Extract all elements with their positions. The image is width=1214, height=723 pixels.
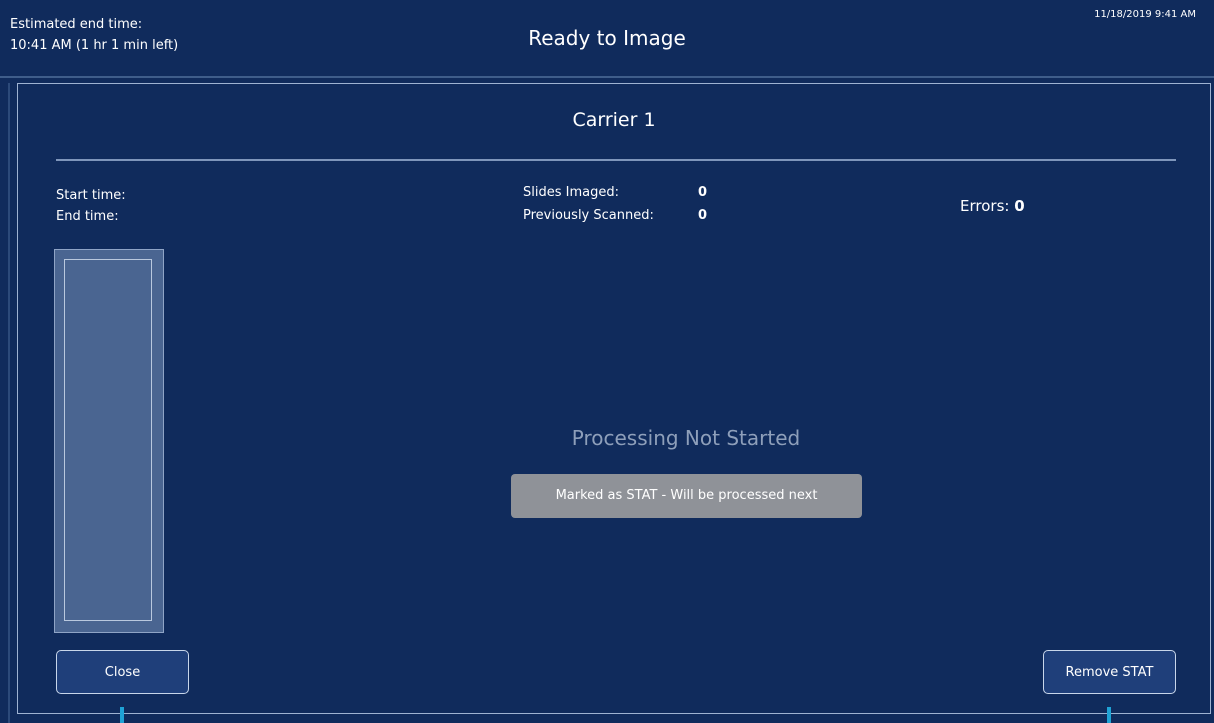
previously-scanned-value: 0: [698, 208, 708, 223]
remove-stat-button-pointer: [1107, 707, 1111, 723]
errors-count: Errors: 0: [960, 197, 1025, 215]
errors-value: 0: [1014, 197, 1025, 215]
header-bar: Estimated end time: 10:41 AM (1 hr 1 min…: [0, 0, 1214, 78]
end-time-label: End time:: [56, 209, 119, 224]
carrier-panel: Carrier 1 Start time: End time: Slides I…: [17, 83, 1211, 714]
app-window: Estimated end time: 10:41 AM (1 hr 1 min…: [0, 0, 1214, 723]
close-button-pointer: [120, 707, 124, 723]
remove-stat-button[interactable]: Remove STAT: [1043, 650, 1176, 694]
start-time-label: Start time:: [56, 188, 126, 203]
carrier-title: Carrier 1: [572, 109, 656, 131]
stat-notice-badge: Marked as STAT - Will be processed next: [511, 474, 862, 518]
errors-label: Errors:: [960, 197, 1010, 215]
previously-scanned-label: Previously Scanned:: [523, 208, 654, 223]
slides-imaged-label: Slides Imaged:: [523, 185, 619, 200]
slides-imaged-value: 0: [698, 185, 708, 200]
processing-status: Processing Not Started: [571, 426, 801, 450]
left-border-line: [8, 83, 10, 723]
current-datetime: 11/18/2019 9:41 AM: [1094, 9, 1196, 20]
divider: [56, 159, 1176, 161]
close-button[interactable]: Close: [56, 650, 189, 694]
page-title: Ready to Image: [528, 26, 686, 50]
